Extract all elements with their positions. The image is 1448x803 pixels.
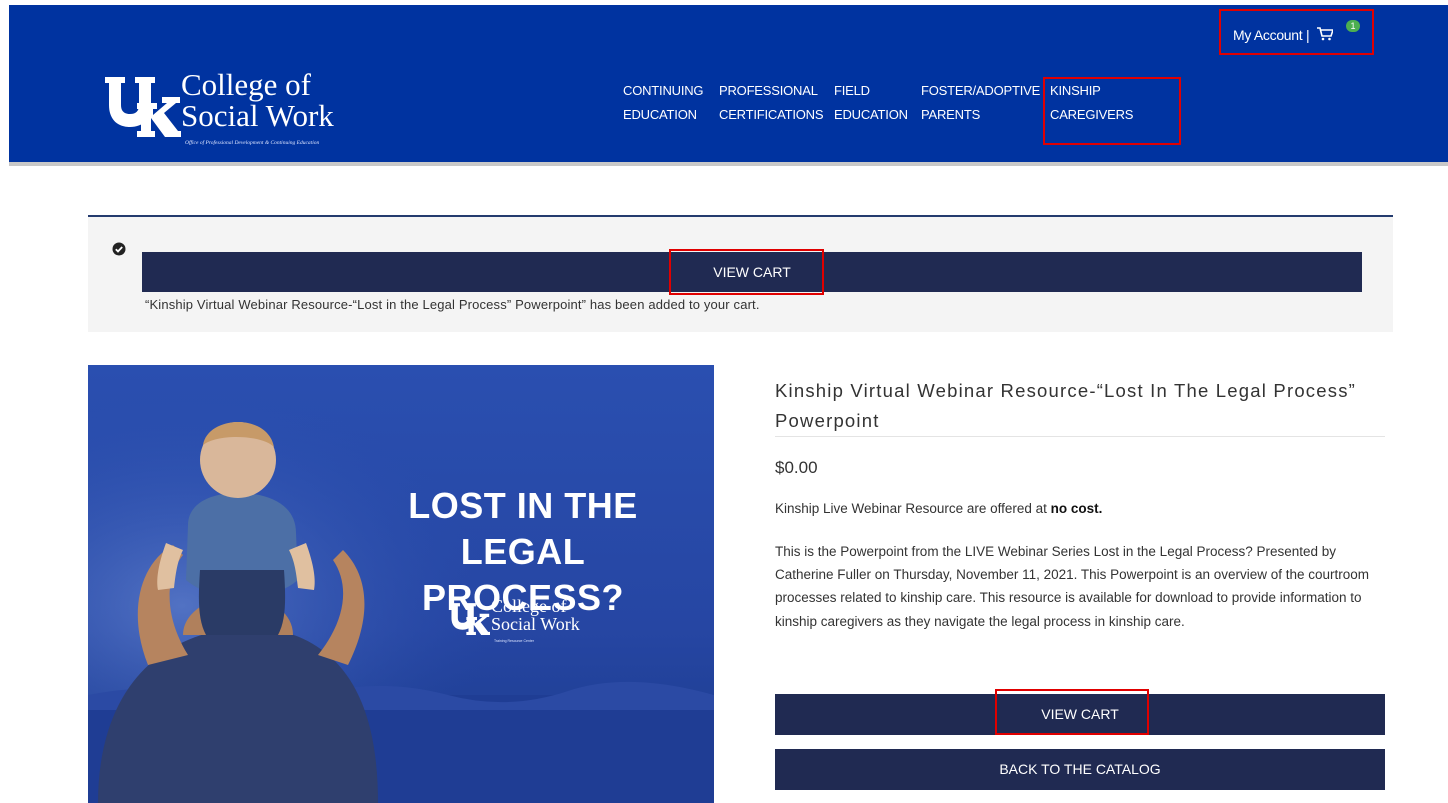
hero-logo-line1: College of [491, 596, 567, 616]
my-account-link[interactable]: My Account | [1233, 27, 1310, 43]
my-account-cart[interactable]: My Account | 1 [1219, 9, 1374, 55]
hero-logo: College of Social Work Training Resource… [448, 597, 628, 657]
uk-logo-icon [449, 603, 490, 635]
nav-field-education[interactable]: FIELD EDUCATION [834, 79, 908, 127]
college-logo[interactable]: College of Social Work Office of Profess… [103, 69, 403, 159]
cost-note: Kinship Live Webinar Resource are offere… [775, 501, 1102, 516]
product-price: $0.00 [775, 458, 818, 477]
added-to-cart-notice: VIEW CART “Kinship Virtual Webinar Resou… [88, 215, 1393, 332]
cart-count-badge: 1 [1346, 20, 1360, 32]
check-circle-icon [112, 242, 126, 256]
view-cart-button[interactable]: VIEW CART [775, 689, 1385, 735]
product-image: LOST IN THE LEGAL PROCESS? College of So… [88, 365, 714, 803]
logo-name-line2: Social Work [181, 98, 334, 133]
notice-message: “Kinship Virtual Webinar Resource-“Lost … [145, 297, 760, 312]
site-header: College of Social Work Office of Profess… [9, 5, 1448, 166]
product-description: This is the Powerpoint from the LIVE Web… [775, 544, 1370, 629]
hero-logo-tagline: Training Resource Center [494, 639, 534, 643]
nav-label-line1: FOSTER/ADOPTIVE [921, 83, 1041, 98]
nav-label-line2: PARENTS [921, 107, 981, 122]
nav-label-line2: CERTIFICATIONS [719, 107, 824, 122]
cart-icon[interactable] [1317, 27, 1333, 41]
nav-label-line1: KINSHIP [1050, 83, 1101, 98]
nav-label-line2: EDUCATION [834, 107, 908, 122]
divider [775, 436, 1385, 437]
nav-foster-adoptive-parents[interactable]: FOSTER/ADOPTIVE PARENTS [921, 79, 1040, 127]
cost-note-bold: no cost. [1050, 501, 1103, 516]
nav-kinship-caregivers[interactable]: KINSHIP CAREGIVERS [1043, 77, 1181, 145]
nav-label-line1: FIELD [834, 83, 870, 98]
uk-logo-icon [105, 77, 181, 137]
view-cart-label: VIEW CART [1041, 706, 1119, 722]
cost-note-text: Kinship Live Webinar Resource are offere… [775, 501, 1051, 516]
nav-continuing-education[interactable]: CONTINUING EDUCATION [623, 79, 704, 127]
back-to-catalog-button[interactable]: BACK TO THE CATALOG [775, 749, 1385, 790]
nav-label-line2: EDUCATION [623, 107, 697, 122]
back-to-catalog-label: BACK TO THE CATALOG [999, 761, 1161, 777]
notice-view-cart-label: VIEW CART [713, 264, 791, 280]
nav-label-line1: CONTINUING [623, 83, 704, 98]
notice-view-cart-button[interactable]: VIEW CART [142, 249, 1362, 295]
nav-label-line1: PROFESSIONAL [719, 83, 818, 98]
nav-label-line2: CAREGIVERS [1050, 107, 1134, 122]
product-title: Kinship Virtual Webinar Resource-“Lost I… [775, 380, 1357, 431]
nav-professional-certifications[interactable]: PROFESSIONAL CERTIFICATIONS [719, 79, 824, 127]
hero-title-line1: LOST IN THE [408, 485, 638, 526]
logo-name-line1: College of [181, 67, 311, 102]
hero-logo-line2: Social Work [491, 614, 580, 634]
logo-tagline: Office of Professional Development & Con… [185, 140, 320, 146]
